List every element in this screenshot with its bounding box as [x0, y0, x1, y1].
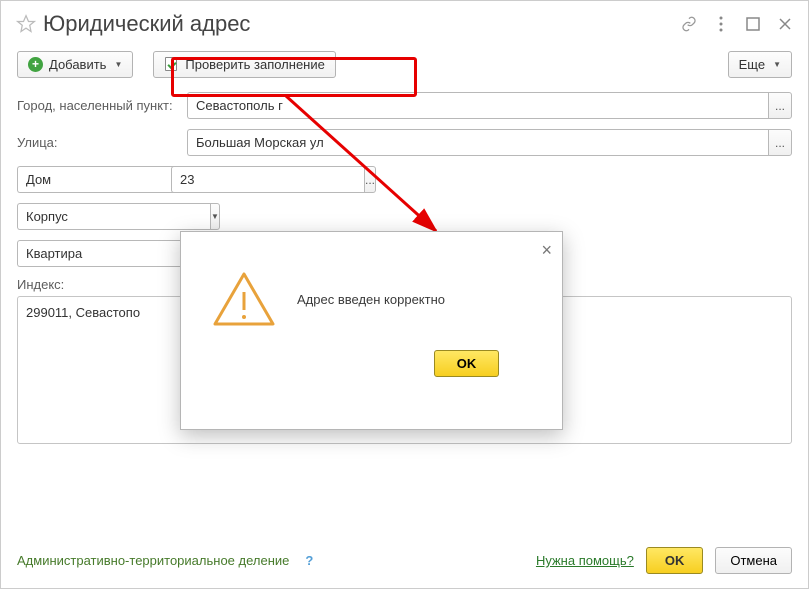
corpus-type-combo[interactable]	[17, 203, 210, 230]
dialog-close-icon[interactable]: ×	[541, 240, 552, 261]
city-lookup-button[interactable]: ...	[768, 92, 792, 119]
chevron-down-icon: ▼	[773, 60, 781, 69]
more-label: Еще	[739, 57, 765, 72]
titlebar: Юридический адрес	[1, 1, 808, 43]
window-title: Юридический адрес	[43, 11, 680, 37]
street-lookup-button[interactable]: ...	[768, 129, 792, 156]
cancel-button[interactable]: Отмена	[715, 547, 792, 574]
chevron-down-icon: ▼	[114, 60, 122, 69]
address-window: Юридический адрес + Добавить ▼ Проверить…	[0, 0, 809, 589]
document-check-icon	[164, 57, 179, 72]
verify-label: Проверить заполнение	[185, 57, 324, 72]
dialog: × Адрес введен корректно OK	[180, 231, 563, 430]
warning-icon	[211, 270, 277, 328]
footer: Административно-территориальное деление …	[1, 535, 808, 588]
house-lookup-button[interactable]: ...	[364, 166, 376, 193]
street-input[interactable]	[187, 129, 768, 156]
street-label: Улица:	[17, 135, 187, 150]
toolbar: + Добавить ▼ Проверить заполнение Еще ▼	[1, 43, 808, 86]
favorite-icon[interactable]	[15, 13, 37, 35]
add-button[interactable]: + Добавить ▼	[17, 51, 133, 78]
verify-button[interactable]: Проверить заполнение	[153, 51, 335, 78]
plus-icon: +	[28, 57, 43, 72]
close-icon[interactable]	[776, 15, 794, 33]
city-input[interactable]	[187, 92, 768, 119]
help-icon[interactable]: ?	[305, 553, 313, 568]
chevron-down-icon[interactable]: ▼	[210, 203, 220, 230]
add-label: Добавить	[49, 57, 106, 72]
dialog-message: Адрес введен корректно	[297, 292, 445, 307]
ok-button[interactable]: OK	[646, 547, 704, 574]
house-input[interactable]	[171, 166, 364, 193]
admin-division-link[interactable]: Административно-территориальное деление	[17, 553, 289, 568]
kebab-icon[interactable]	[712, 15, 730, 33]
dialog-ok-button[interactable]: OK	[434, 350, 500, 377]
maximize-icon[interactable]	[744, 15, 762, 33]
more-button[interactable]: Еще ▼	[728, 51, 792, 78]
need-help-link[interactable]: Нужна помощь?	[536, 553, 634, 568]
link-icon[interactable]	[680, 15, 698, 33]
city-label: Город, населенный пункт:	[17, 98, 187, 113]
